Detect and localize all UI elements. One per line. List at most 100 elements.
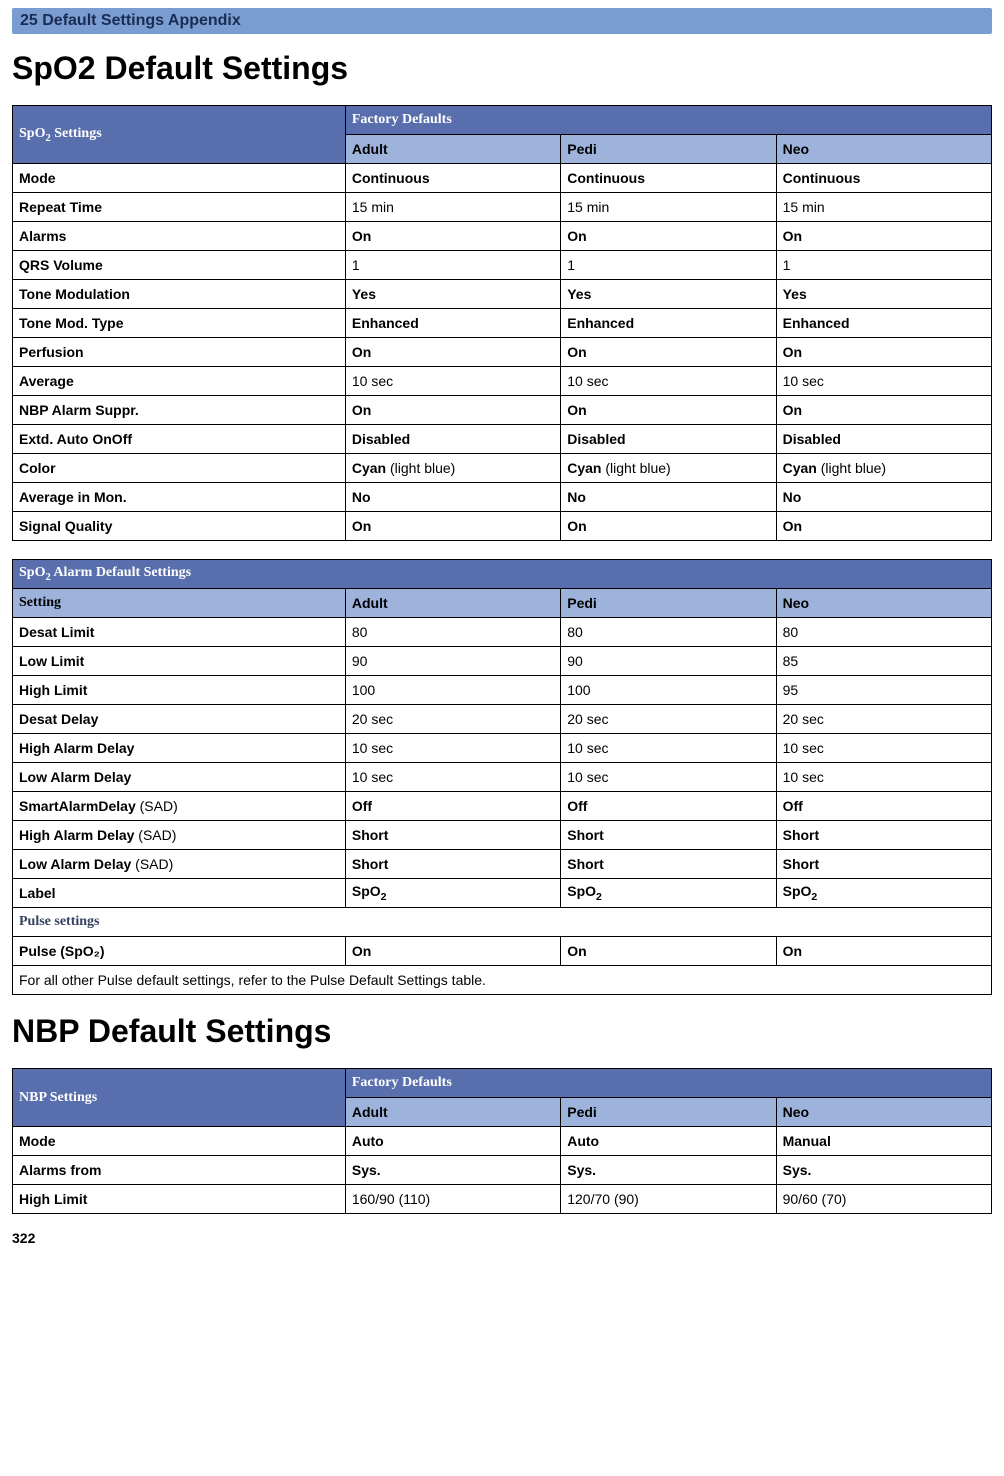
row-label: Extd. Auto OnOff	[13, 425, 346, 454]
cell: Disabled	[561, 425, 776, 454]
table-row: Desat Limit808080	[13, 618, 992, 647]
cell: On	[345, 512, 560, 541]
row-label: Tone Modulation	[13, 280, 346, 309]
cell: 15 min	[345, 193, 560, 222]
cell: 1	[561, 251, 776, 280]
cell: 20 sec	[561, 705, 776, 734]
table-row: Extd. Auto OnOffDisabledDisabledDisabled	[13, 425, 992, 454]
cell: 10 sec	[345, 763, 560, 792]
table-row: ModeAutoAutoManual	[13, 1127, 992, 1156]
chapter-header: 25 Default Settings Appendix	[12, 8, 992, 34]
cell: 10 sec	[776, 763, 991, 792]
cell: 80	[561, 618, 776, 647]
cell: 20 sec	[776, 705, 991, 734]
cell: No	[776, 483, 991, 512]
cell: 120/70 (90)	[561, 1185, 776, 1214]
row-label: Low Limit	[13, 647, 346, 676]
cell: Short	[776, 821, 991, 850]
row-label: Mode	[13, 164, 346, 193]
row-label: Signal Quality	[13, 512, 346, 541]
cell: Off	[345, 792, 560, 821]
cell: 80	[776, 618, 991, 647]
cell: 10 sec	[776, 734, 991, 763]
table-title: SpO2 Settings	[13, 106, 346, 164]
table-row: Pulse (SpO₂) On On On	[13, 937, 992, 966]
row-label: Desat Delay	[13, 705, 346, 734]
col-setting: Setting	[13, 589, 346, 618]
cell: Short	[776, 850, 991, 879]
col-neo: Neo	[776, 135, 991, 164]
cell: Cyan (light blue)	[776, 454, 991, 483]
table-row: ModeContinuousContinuousContinuous	[13, 164, 992, 193]
section-heading-spo2: SpO2 Default Settings	[12, 50, 992, 87]
cell: Enhanced	[345, 309, 560, 338]
row-label: High Limit	[13, 1185, 346, 1214]
cell: Continuous	[561, 164, 776, 193]
row-label: Perfusion	[13, 338, 346, 367]
cell: Disabled	[345, 425, 560, 454]
cell: 100	[561, 676, 776, 705]
row-label: Label	[13, 879, 346, 908]
cell: Off	[776, 792, 991, 821]
row-label: Average	[13, 367, 346, 396]
cell: Cyan (light blue)	[561, 454, 776, 483]
table-row: Low Alarm Delay10 sec10 sec10 sec	[13, 763, 992, 792]
cell: Yes	[345, 280, 560, 309]
row-label: Pulse (SpO₂)	[13, 937, 346, 966]
table-row: High Limit160/90 (110)120/70 (90)90/60 (…	[13, 1185, 992, 1214]
table-row: Average10 sec10 sec10 sec	[13, 367, 992, 396]
table-row: NBP Alarm Suppr.OnOnOn	[13, 396, 992, 425]
cell: Enhanced	[776, 309, 991, 338]
section-heading-nbp: NBP Default Settings	[12, 1013, 992, 1050]
table-row: ColorCyan (light blue)Cyan (light blue)C…	[13, 454, 992, 483]
cell: 85	[776, 647, 991, 676]
cell: 10 sec	[776, 367, 991, 396]
cell: On	[561, 338, 776, 367]
cell: 1	[776, 251, 991, 280]
row-label: Tone Mod. Type	[13, 309, 346, 338]
table-row: High Limit10010095	[13, 676, 992, 705]
table-row: Tone ModulationYesYesYes	[13, 280, 992, 309]
cell: 90/60 (70)	[776, 1185, 991, 1214]
spo2-alarm-table: SpO2 Alarm Default Settings Setting Adul…	[12, 559, 992, 995]
cell: Short	[561, 850, 776, 879]
cell: Yes	[561, 280, 776, 309]
factory-defaults-header: Factory Defaults	[345, 1069, 991, 1098]
table-row: Low Limit909085	[13, 647, 992, 676]
cell: 10 sec	[561, 367, 776, 396]
row-label: Desat Limit	[13, 618, 346, 647]
cell: Short	[561, 821, 776, 850]
col-pedi: Pedi	[561, 135, 776, 164]
table-row: Average in Mon.NoNoNo	[13, 483, 992, 512]
table-title: SpO2 Alarm Default Settings	[13, 560, 992, 589]
table-row: Signal QualityOnOnOn	[13, 512, 992, 541]
cell: Yes	[776, 280, 991, 309]
row-label: High Limit	[13, 676, 346, 705]
table-row: Alarms fromSys.Sys.Sys.	[13, 1156, 992, 1185]
cell: 10 sec	[345, 367, 560, 396]
cell: Cyan (light blue)	[345, 454, 560, 483]
cell: On	[345, 338, 560, 367]
row-label: High Alarm Delay (SAD)	[13, 821, 346, 850]
cell: Auto	[561, 1127, 776, 1156]
row-label: Repeat Time	[13, 193, 346, 222]
cell: 10 sec	[561, 734, 776, 763]
row-label: Alarms from	[13, 1156, 346, 1185]
pulse-settings-header: Pulse settings	[13, 908, 992, 937]
cell: Continuous	[776, 164, 991, 193]
cell: 90	[345, 647, 560, 676]
cell: SpO2	[561, 879, 776, 908]
cell: On	[561, 512, 776, 541]
cell: Sys.	[776, 1156, 991, 1185]
row-label: Mode	[13, 1127, 346, 1156]
row-label: NBP Alarm Suppr.	[13, 396, 346, 425]
cell: On	[345, 937, 560, 966]
nbp-settings-table: NBP Settings Factory Defaults Adult Pedi…	[12, 1068, 992, 1214]
table-row: High Alarm Delay (SAD)ShortShortShort	[13, 821, 992, 850]
cell: 80	[345, 618, 560, 647]
row-label: SmartAlarmDelay (SAD)	[13, 792, 346, 821]
row-label: Color	[13, 454, 346, 483]
cell: No	[561, 483, 776, 512]
col-adult: Adult	[345, 1098, 560, 1127]
cell: 1	[345, 251, 560, 280]
